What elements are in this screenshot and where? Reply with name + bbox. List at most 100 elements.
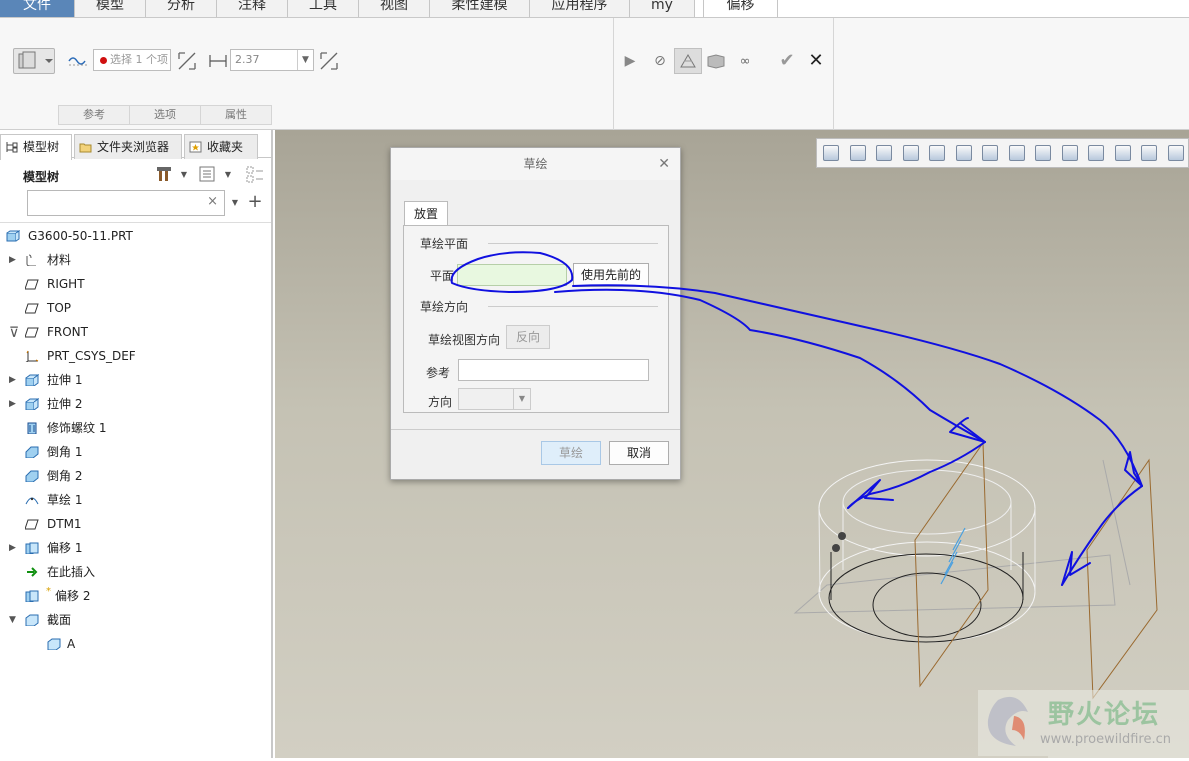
spin-center-icon[interactable]: [1167, 145, 1184, 161]
tab-my[interactable]: my: [630, 0, 695, 17]
use-previous-button[interactable]: 使用先前的: [573, 263, 649, 287]
tree-item-label: RIGHT: [47, 277, 85, 291]
reference-field[interactable]: [458, 359, 649, 381]
tree-filter-settings-icon[interactable]: [244, 164, 266, 186]
tab-references[interactable]: 参考: [58, 105, 130, 125]
tree-item[interactable]: 草绘 1: [0, 488, 270, 512]
tab-view[interactable]: 视图: [359, 0, 430, 17]
chevron-down-icon[interactable]: ▼: [229, 196, 241, 208]
chevron-down-icon[interactable]: ▼: [297, 50, 313, 70]
tab-annotate[interactable]: 注释: [217, 0, 288, 17]
tree-item[interactable]: FRONT: [0, 320, 270, 344]
expand-arrow-icon[interactable]: ▶: [9, 536, 19, 560]
tree-settings-icon[interactable]: [155, 164, 175, 184]
tab-properties[interactable]: 属性: [200, 105, 272, 125]
forum-logo-icon: [978, 690, 1048, 756]
offset-value-input[interactable]: 2.37 ▼: [230, 49, 314, 71]
tab-offset[interactable]: 偏移: [703, 0, 778, 17]
confirm-check-icon[interactable]: ✔: [776, 49, 798, 71]
close-icon[interactable]: ✕: [658, 156, 670, 172]
tree-item[interactable]: 倒角 2: [0, 464, 270, 488]
navigator-tabs: 模型树 文件夹浏览器 收藏夹: [0, 132, 273, 160]
expand-arrow-icon[interactable]: ▶: [9, 368, 19, 392]
tree-item[interactable]: ▶ 拉伸 1: [0, 368, 270, 392]
tree-item-label: 在此插入: [47, 565, 96, 579]
sketch-button[interactable]: 草绘: [541, 441, 601, 465]
chevron-down-icon[interactable]: ▼: [178, 168, 190, 180]
tree-item[interactable]: 倒角 1: [0, 440, 270, 464]
plane-display-icon[interactable]: [1035, 145, 1051, 161]
required-dot-icon: [100, 57, 107, 64]
tree-item[interactable]: ▶ 材料: [0, 248, 270, 272]
no-preview-icon[interactable]: ⊘: [650, 51, 670, 71]
tree-item[interactable]: ▼ 截面: [0, 608, 270, 632]
tab-placement[interactable]: 放置: [404, 201, 448, 226]
show-columns-icon[interactable]: [198, 165, 216, 183]
saved-views-icon[interactable]: [955, 145, 972, 161]
tree-item-label: DTM1: [47, 517, 82, 531]
tab-applications[interactable]: 应用程序: [530, 0, 630, 17]
chevron-down-icon[interactable]: ▼: [222, 168, 234, 180]
ribbon-divider: [613, 18, 614, 130]
offset-value-text: 2.37: [235, 53, 260, 66]
expand-arrow-icon[interactable]: ▶: [9, 248, 19, 272]
section-view-icon[interactable]: [1008, 145, 1025, 161]
tree-item[interactable]: 在此插入: [0, 560, 270, 584]
verify-icon[interactable]: [705, 51, 727, 71]
tree-item[interactable]: A: [0, 632, 270, 656]
surface-select-field[interactable]: 选择 1 个项: [93, 49, 171, 71]
tree-item[interactable]: 修饰螺纹 1: [0, 416, 270, 440]
point-display-icon[interactable]: [1088, 145, 1104, 161]
tree-item-label: 拉伸 1: [47, 373, 83, 387]
tree-item-label: 偏移 2: [55, 589, 91, 603]
cancel-x-icon[interactable]: ✕: [805, 49, 827, 71]
display-style-icon[interactable]: [929, 145, 945, 161]
tree-item[interactable]: G3600-50-11.PRT: [0, 224, 270, 248]
tree-item[interactable]: PRT_CSYS_DEF: [0, 344, 270, 368]
orientation-select[interactable]: ▼: [458, 388, 531, 410]
tree-item[interactable]: TOP: [0, 296, 270, 320]
add-item-icon[interactable]: +: [247, 191, 263, 212]
chamfer-icon: [25, 446, 39, 458]
pause-play-icon[interactable]: ▶: [622, 51, 638, 71]
extrude-icon: [25, 374, 39, 386]
zoom-in-icon[interactable]: [849, 145, 866, 161]
tree-item[interactable]: ▶ 拉伸 2: [0, 392, 270, 416]
axis-display-icon[interactable]: [1061, 145, 1078, 161]
plane-field[interactable]: [457, 264, 567, 286]
datum-plane-icon: [25, 327, 39, 338]
tree-item[interactable]: * 偏移 2: [0, 584, 270, 608]
offset-type-dropdown[interactable]: [13, 48, 55, 74]
clear-search-icon[interactable]: ×: [207, 194, 218, 209]
tab-model[interactable]: 模型: [75, 0, 146, 17]
glasses-icon[interactable]: ∞: [733, 51, 757, 71]
preview-icon[interactable]: [674, 48, 702, 74]
tab-flexible-modeling[interactable]: 柔性建模: [430, 0, 530, 17]
tab-options[interactable]: 选项: [129, 105, 201, 125]
csys-display-icon[interactable]: [1114, 145, 1131, 161]
tree-item[interactable]: RIGHT: [0, 272, 270, 296]
zoom-out-icon[interactable]: [876, 145, 892, 161]
flip-button[interactable]: 反向: [506, 325, 550, 349]
offset-wave-icon[interactable]: [66, 50, 90, 72]
tree-item[interactable]: ▶ 偏移 1: [0, 536, 270, 560]
tree-item[interactable]: DTM1: [0, 512, 270, 536]
chevron-down-icon[interactable]: ▼: [513, 389, 530, 409]
annotation-display-icon[interactable]: [1141, 145, 1157, 161]
tab-tools[interactable]: 工具: [288, 0, 359, 17]
repaint-icon[interactable]: [902, 145, 919, 161]
expand-arrow-icon[interactable]: ▶: [9, 392, 19, 416]
flip-offset-icon[interactable]: [318, 50, 340, 72]
tree-item-label: 修饰螺纹 1: [47, 421, 107, 435]
tab-folder-browser[interactable]: 文件夹浏览器: [74, 134, 182, 159]
tree-search-input[interactable]: ×: [27, 190, 225, 216]
tab-model-tree[interactable]: 模型树: [0, 134, 72, 160]
cancel-button[interactable]: 取消: [609, 441, 669, 465]
tab-favorites[interactable]: 收藏夹: [184, 134, 258, 159]
collapse-arrow-icon[interactable]: ▼: [9, 608, 19, 632]
tab-analysis[interactable]: 分析: [146, 0, 217, 17]
flip-direction-icon[interactable]: [176, 50, 198, 72]
tab-file[interactable]: 文件: [0, 0, 75, 17]
refit-icon[interactable]: [823, 145, 839, 161]
view-manager-icon[interactable]: [982, 145, 998, 161]
